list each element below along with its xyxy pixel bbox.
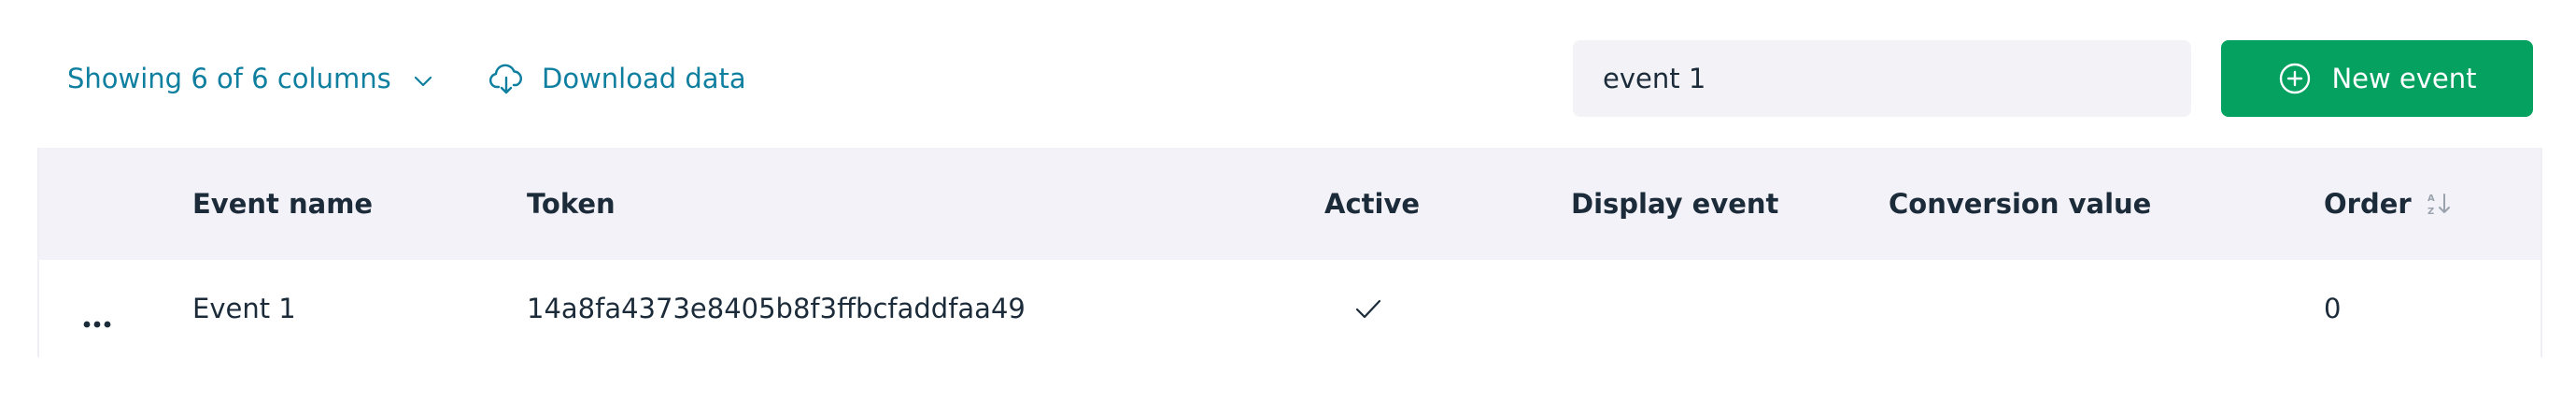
- column-header-label: Active: [1324, 188, 1421, 220]
- column-header-order[interactable]: Order A Z: [2324, 148, 2453, 260]
- download-data-label: Download data: [542, 63, 746, 94]
- sort-az-icon[interactable]: A Z: [2427, 191, 2453, 217]
- table-row[interactable]: Event 1 14a8fa4373e8405b8f3ffbcfaddfaa49…: [39, 260, 2541, 357]
- new-event-label: New event: [2331, 63, 2477, 94]
- svg-text:Z: Z: [2427, 207, 2434, 217]
- column-header-label: Display event: [1571, 188, 1779, 220]
- cloud-download-icon: [488, 60, 525, 97]
- search-input[interactable]: [1573, 40, 2191, 117]
- cell-token: 14a8fa4373e8405b8f3ffbcfaddfaa49: [527, 293, 1026, 324]
- download-data-link[interactable]: Download data: [488, 58, 746, 99]
- column-header-event-name[interactable]: Event name: [192, 148, 373, 260]
- column-header-token[interactable]: Token: [527, 148, 616, 260]
- cell-event-name: Event 1: [192, 293, 296, 324]
- column-visibility-label: Showing 6 of 6 columns: [67, 63, 391, 94]
- more-horizontal-icon: [82, 304, 112, 328]
- column-header-active[interactable]: Active: [1324, 148, 1420, 260]
- svg-text:A: A: [2427, 194, 2435, 204]
- column-header-display-event[interactable]: Display event: [1571, 148, 1778, 260]
- column-header-label: Conversion value: [1889, 188, 2152, 220]
- plus-circle-icon: [2277, 61, 2313, 96]
- column-header-label: Order: [2324, 188, 2412, 220]
- toolbar: Showing 6 of 6 columns Download data eve…: [0, 0, 2576, 150]
- column-header-label: Token: [527, 188, 616, 220]
- table-header: Event name Token Active Display event Co…: [39, 148, 2541, 260]
- cell-order: 0: [2324, 293, 2342, 324]
- check-icon: [1354, 296, 1382, 321]
- column-header-label: Event name: [192, 188, 374, 220]
- row-actions-button[interactable]: [82, 260, 112, 357]
- new-event-button[interactable]: New event: [2221, 40, 2533, 117]
- column-header-conversion-value[interactable]: Conversion value: [1889, 148, 2151, 260]
- cell-active: [1354, 260, 1382, 357]
- chevron-down-icon: [412, 67, 434, 90]
- events-table: Event name Token Active Display event Co…: [37, 148, 2542, 357]
- column-visibility-toggle[interactable]: Showing 6 of 6 columns: [67, 58, 434, 99]
- events-page: Showing 6 of 6 columns Download data eve…: [0, 0, 2576, 402]
